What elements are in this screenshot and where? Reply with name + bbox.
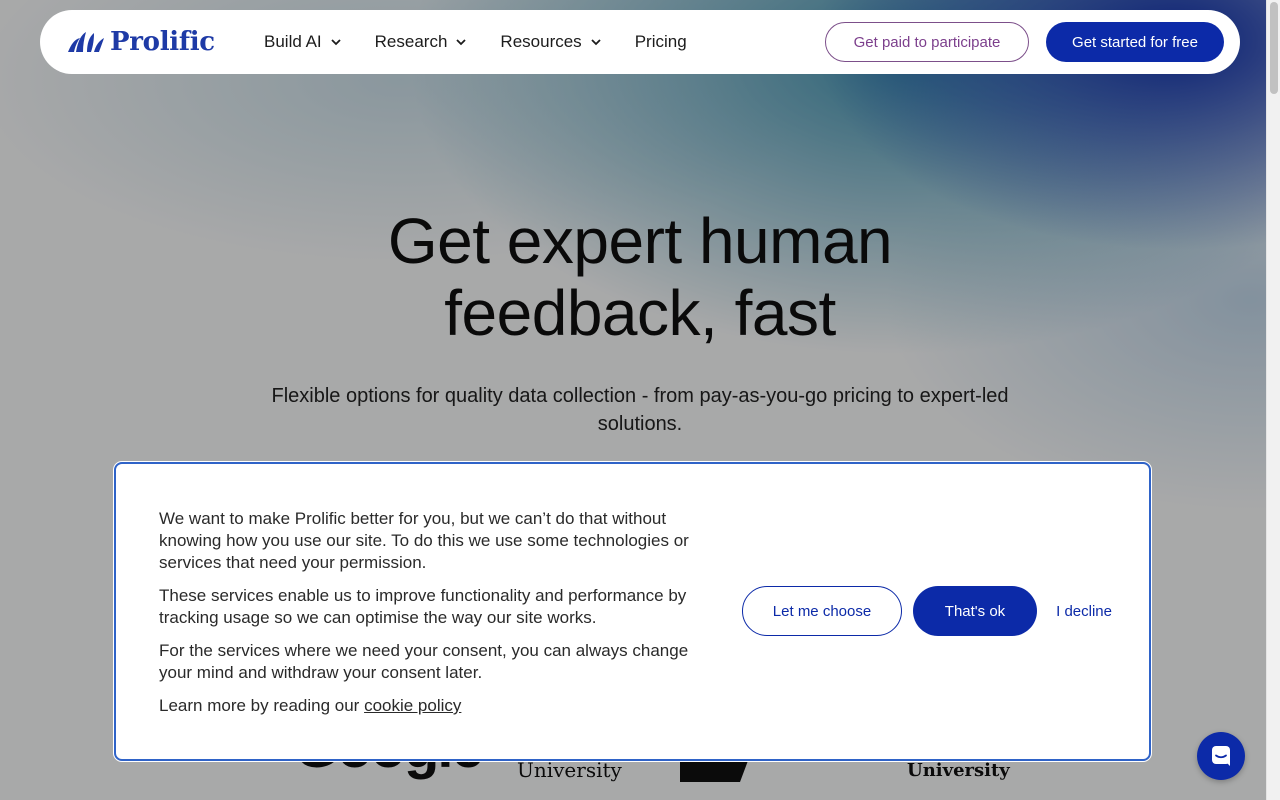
- cookie-policy-link[interactable]: cookie policy: [364, 696, 461, 715]
- nav-item-label: Pricing: [634, 32, 687, 51]
- get-paid-to-participate-button[interactable]: Get paid to participate: [825, 22, 1029, 62]
- chevron-down-icon: [456, 39, 467, 46]
- nav-item-resources[interactable]: Resources: [500, 32, 601, 52]
- let-me-choose-button[interactable]: Let me choose: [742, 586, 902, 636]
- nav-item-label: Research: [374, 32, 448, 51]
- cookie-paragraph-1: We want to make Prolific better for you,…: [159, 509, 689, 572]
- nav-item-build-ai[interactable]: Build AI: [264, 32, 342, 52]
- learn-more-prefix: Learn more by reading our: [159, 696, 365, 715]
- cookie-paragraph-2: These services enable us to improve func…: [159, 586, 687, 627]
- nav-item-pricing[interactable]: Pricing: [635, 32, 687, 52]
- get-started-free-button[interactable]: Get started for free: [1046, 22, 1224, 62]
- cookie-consent-dialog: We want to make Prolific better for you,…: [114, 462, 1151, 761]
- chevron-down-icon: [591, 39, 601, 46]
- cookie-learn-more: Learn more by reading our cookie policy: [159, 695, 719, 717]
- decline-cookies-button[interactable]: I decline: [1044, 586, 1112, 636]
- nav-item-research[interactable]: Research: [375, 32, 468, 52]
- top-navigation: Prolific Build AI Research Resources Pri…: [40, 10, 1240, 74]
- brand-name: Prolific: [110, 27, 215, 57]
- chevron-down-icon: [331, 39, 341, 46]
- cookie-consent-text: We want to make Prolific better for you,…: [159, 508, 719, 728]
- cookie-paragraph-3: For the services where we need your cons…: [159, 641, 689, 682]
- chat-bubble-icon: [1212, 746, 1230, 766]
- prolific-logo[interactable]: Prolific: [66, 26, 215, 58]
- chat-launcher-button[interactable]: [1197, 732, 1245, 780]
- accept-cookies-button[interactable]: That's ok: [913, 586, 1037, 636]
- nav-item-label: Resources: [500, 32, 582, 51]
- scrollbar-thumb[interactable]: [1270, 2, 1278, 94]
- main-menu: Build AI Research Resources Pricing: [264, 10, 720, 74]
- nav-item-label: Build AI: [264, 32, 322, 51]
- prolific-fan-icon: [68, 32, 104, 52]
- page-scrollbar[interactable]: [1266, 0, 1280, 800]
